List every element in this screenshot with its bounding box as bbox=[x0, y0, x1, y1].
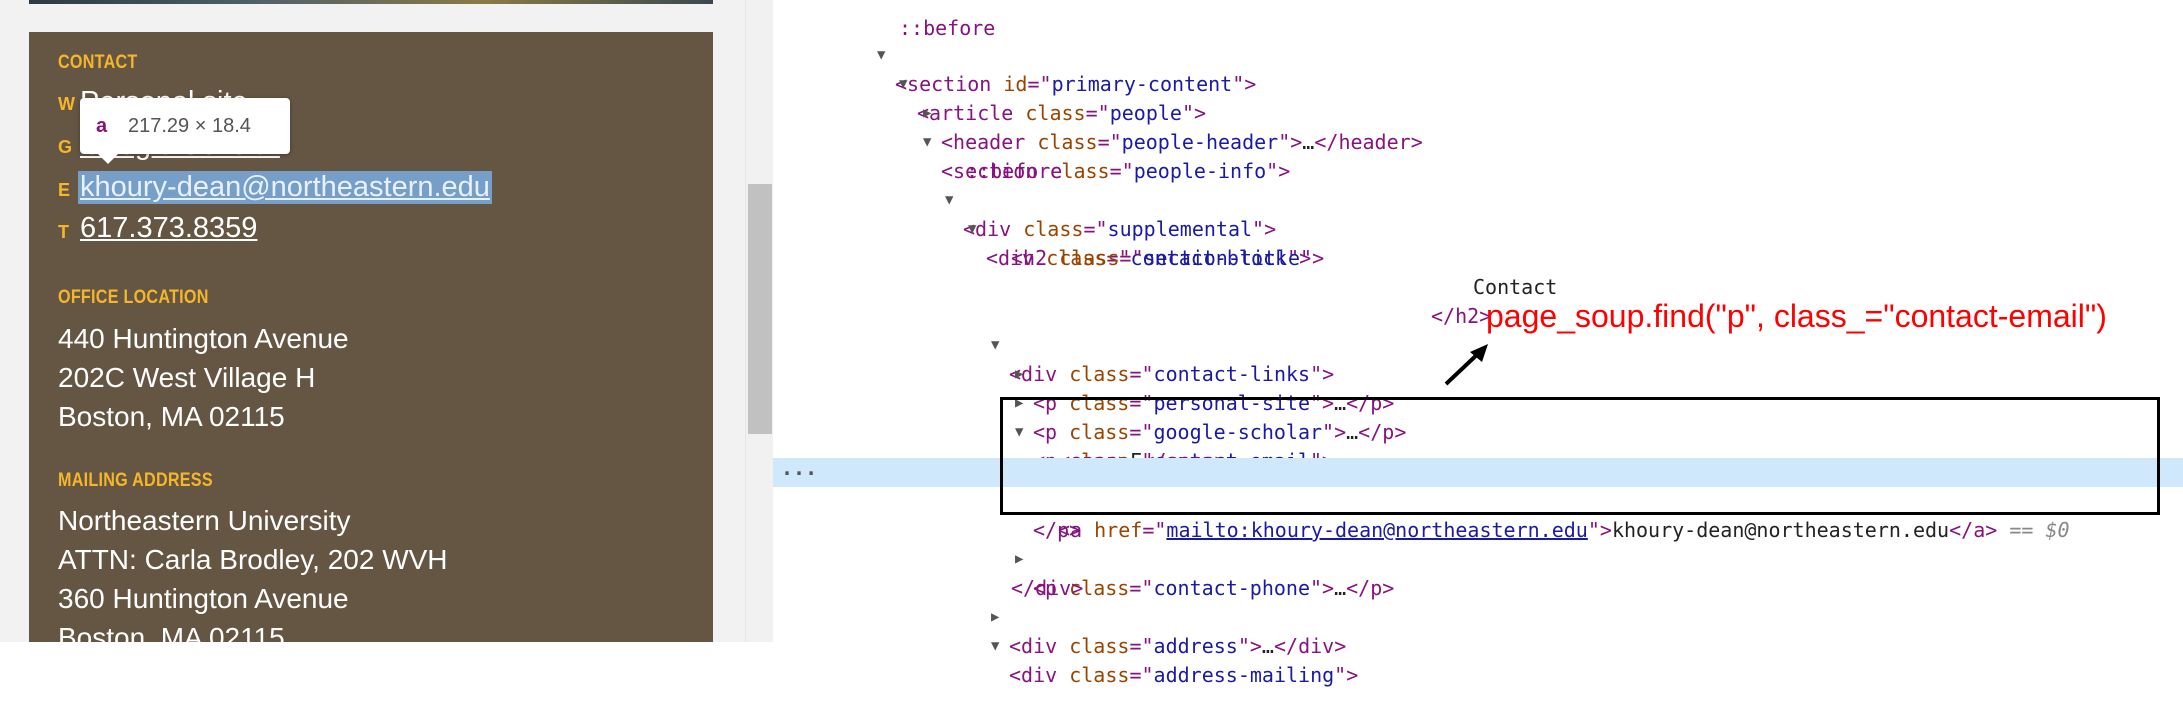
element-inspect-tooltip: a 217.29 × 18.4 bbox=[80, 98, 290, 164]
dom-row-address-mailing[interactable]: ▼ <div class="address-mailing"> bbox=[773, 603, 2183, 687]
hero-image-strip bbox=[29, 0, 713, 4]
more-options-icon[interactable]: ... bbox=[781, 454, 817, 483]
mailing-address-heading: MAILING ADDRESS bbox=[58, 470, 213, 491]
dom-row-supplemental[interactable]: ▼ <div class="supplemental"> bbox=[773, 157, 2183, 241]
dom-row-section-people-info[interactable]: ▼ <section class="people-info"> bbox=[773, 99, 2183, 183]
contact-heading: CONTACT bbox=[58, 52, 138, 73]
office-location-heading: OFFICE LOCATION bbox=[58, 287, 209, 308]
tooltip-dimensions: 217.29 × 18.4 bbox=[128, 115, 251, 137]
phone-letter: T bbox=[58, 222, 69, 242]
annotation-text: page_soup.find("p", class_="contact-emai… bbox=[1486, 298, 2107, 334]
dom-row-div-close[interactable]: </div> bbox=[773, 545, 2183, 600]
highlight-box bbox=[1000, 397, 2160, 515]
dom-row-text[interactable]: Contact bbox=[773, 244, 2183, 299]
dom-row-h2[interactable]: <h2 class="section-title"> bbox=[773, 215, 2183, 270]
website-letter: W bbox=[58, 94, 75, 114]
webpage-panel: CONTACT W Personal site G Google Scholar… bbox=[0, 0, 745, 642]
dom-row-article-people[interactable]: ▼ <article class="people"> bbox=[773, 41, 2183, 125]
dom-row-contact-phone[interactable]: ▶ <p class="contact-phone">…</p> bbox=[773, 516, 2183, 600]
office-line: 202C West Village H bbox=[58, 362, 316, 393]
email-letter: E bbox=[58, 180, 71, 200]
dom-row-contact-block[interactable]: ▼ <div class="contact-block"> bbox=[773, 186, 2183, 270]
tooltip-arrow bbox=[98, 154, 118, 164]
mailing-line: ATTN: Carla Brodley, 202 WVH bbox=[58, 544, 448, 575]
office-line: 440 Huntington Avenue bbox=[58, 323, 349, 354]
expand-triangle-icon[interactable]: ▼ bbox=[991, 632, 999, 661]
phone-link[interactable]: 617.373.8359 bbox=[80, 212, 257, 245]
dom-row-header[interactable]: ▶ <header class="people-header">…</heade… bbox=[773, 70, 2183, 154]
dom-row-address[interactable]: ▶ <div class="address">…</div> bbox=[773, 574, 2183, 658]
dom-row[interactable]: ::before bbox=[773, 128, 2183, 183]
mailing-line: Boston, MA 02115 bbox=[58, 622, 285, 642]
email-link[interactable]: khoury-dean@northeastern.edu bbox=[78, 171, 492, 204]
arrow-icon bbox=[1444, 344, 1488, 386]
mailing-line: Northeastern University bbox=[58, 505, 351, 536]
dom-row-section-primary-content[interactable]: ▼ <section id="primary-content"> bbox=[773, 12, 2183, 96]
scrollbar-thumb[interactable] bbox=[748, 184, 772, 434]
scholar-letter: G bbox=[58, 137, 73, 157]
mailing-line: 360 Huntington Avenue bbox=[58, 583, 349, 614]
tooltip-tag: a bbox=[96, 115, 108, 137]
page-scrollbar[interactable] bbox=[745, 0, 774, 642]
office-line: Boston, MA 02115 bbox=[58, 401, 285, 432]
